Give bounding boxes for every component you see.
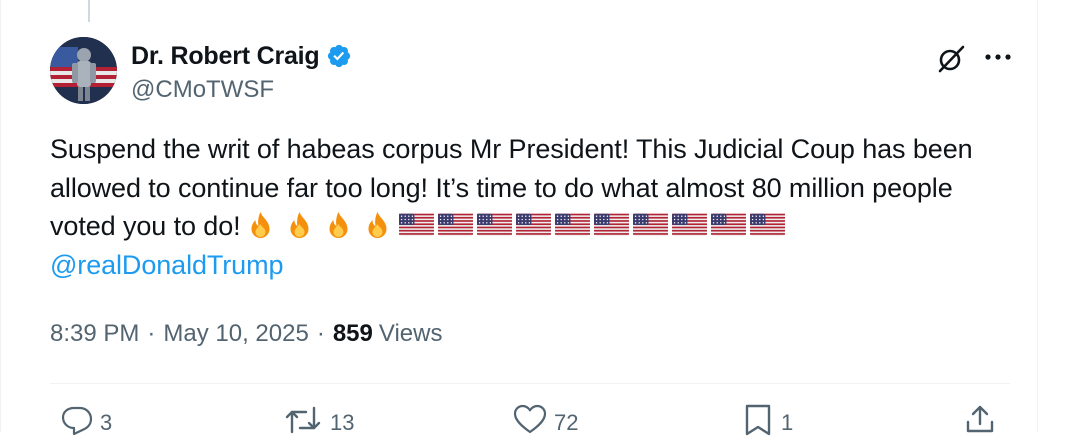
fire-emoji-icon (329, 212, 348, 238)
bookmark-count: 1 (781, 410, 794, 435)
share-button[interactable] (963, 402, 997, 436)
like-count: 72 (554, 410, 579, 435)
divider (50, 383, 1010, 384)
tweet-meta: 8:39 PM · May 10, 2025 · 859 Views (50, 320, 442, 348)
reply-count: 3 (100, 410, 113, 435)
frame-border-right (1037, 0, 1038, 432)
like-button[interactable]: 72 (512, 402, 578, 436)
us-flag-emoji-icon (476, 213, 512, 237)
repost-icon (285, 406, 321, 434)
repost-button[interactable]: 13 (284, 402, 354, 436)
views-label: Views (378, 320, 443, 347)
us-flag-emoji-icon (671, 213, 707, 237)
us-flag-emoji-icon (398, 213, 434, 237)
thread-connector-line (88, 0, 90, 22)
tweet-time[interactable]: 8:39 PM (50, 320, 139, 348)
bookmark-button[interactable]: 1 (741, 402, 793, 436)
author-display-name[interactable]: Dr. Robert Craig (131, 42, 320, 71)
tweet-text: Suspend the writ of habeas corpus Mr Pre… (50, 130, 1020, 284)
reply-icon (61, 406, 93, 436)
reply-button[interactable]: 3 (60, 402, 112, 436)
us-flag-emoji-icon (554, 213, 590, 237)
us-flag-emoji-icon (593, 213, 629, 237)
heart-icon (513, 404, 547, 434)
views-count: 859 (332, 320, 373, 347)
author-name-row: Dr. Robert Craig (131, 40, 352, 72)
avatar-image (50, 37, 117, 104)
us-flag-emoji-icon (515, 213, 551, 237)
tweet-date[interactable]: May 10, 2025 (163, 320, 308, 348)
fire-emoji-icon (251, 212, 270, 238)
share-icon (966, 405, 994, 433)
meta-separator: · (147, 320, 156, 347)
frame-border-left (0, 0, 1, 432)
verified-badge-icon[interactable] (326, 43, 352, 69)
us-flag-emoji-icon (749, 213, 785, 237)
us-flag-emoji-icon (437, 213, 473, 237)
repost-count: 13 (330, 410, 355, 435)
fire-emoji-icon (368, 212, 387, 238)
grok-icon[interactable] (934, 42, 968, 76)
emoji-group (242, 210, 786, 240)
mention-link[interactable]: @realDonaldTrump (50, 250, 284, 280)
meta-separator: · (316, 320, 325, 347)
fire-emoji-icon (290, 212, 309, 238)
us-flag-emoji-icon (710, 213, 746, 237)
us-flag-emoji-icon (632, 213, 668, 237)
author-handle[interactable]: @CMoTWSF (131, 76, 274, 104)
more-options-icon[interactable] (984, 52, 1012, 62)
bookmark-icon (745, 404, 771, 436)
avatar[interactable] (50, 37, 117, 104)
